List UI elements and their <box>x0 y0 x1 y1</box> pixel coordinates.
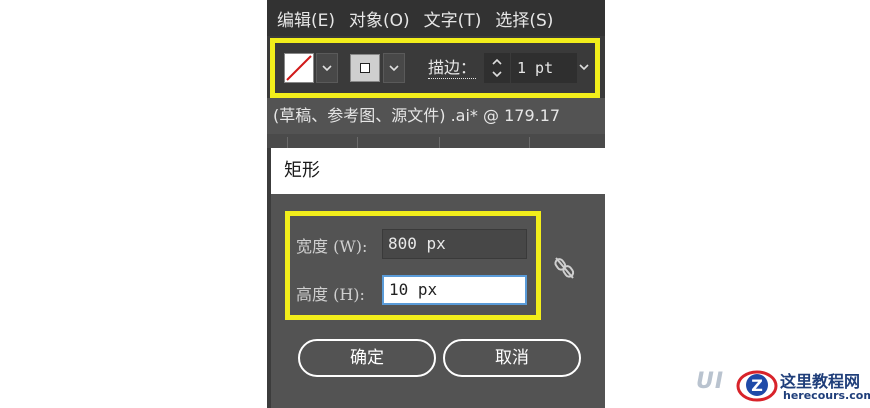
menu-edit[interactable]: 编辑(E) <box>277 6 335 31</box>
ruler <box>267 134 605 148</box>
dialog-title: 矩形 <box>271 148 605 194</box>
menu-object[interactable]: 对象(O) <box>349 6 410 31</box>
menu-bar: 编辑(E) 对象(O) 文字(T) 选择(S) <box>267 0 605 36</box>
dimensions-highlight <box>285 211 541 320</box>
watermark-logo-letter: Z <box>751 376 763 395</box>
control-bar: 描边： 1 pt <box>267 36 605 98</box>
menu-select[interactable]: 选择(S) <box>495 6 553 31</box>
cancel-button[interactable]: 取消 <box>443 339 581 377</box>
control-bar-highlight <box>270 38 600 98</box>
watermark-logo-icon: Z <box>736 370 778 402</box>
ok-button[interactable]: 确定 <box>298 339 436 377</box>
menu-type[interactable]: 文字(T) <box>424 6 482 31</box>
unlink-constrain-proportions-icon[interactable] <box>553 256 575 280</box>
illustrator-panel: 编辑(E) 对象(O) 文字(T) 选择(S) 描边： 1 pt (草稿、参考图… <box>267 0 605 408</box>
watermark-faded-text: UI <box>696 369 725 394</box>
watermark-site-url: herecours.com <box>783 389 870 402</box>
document-tab[interactable]: (草稿、参考图、源文件) .ai* @ 179.17 <box>267 98 605 134</box>
